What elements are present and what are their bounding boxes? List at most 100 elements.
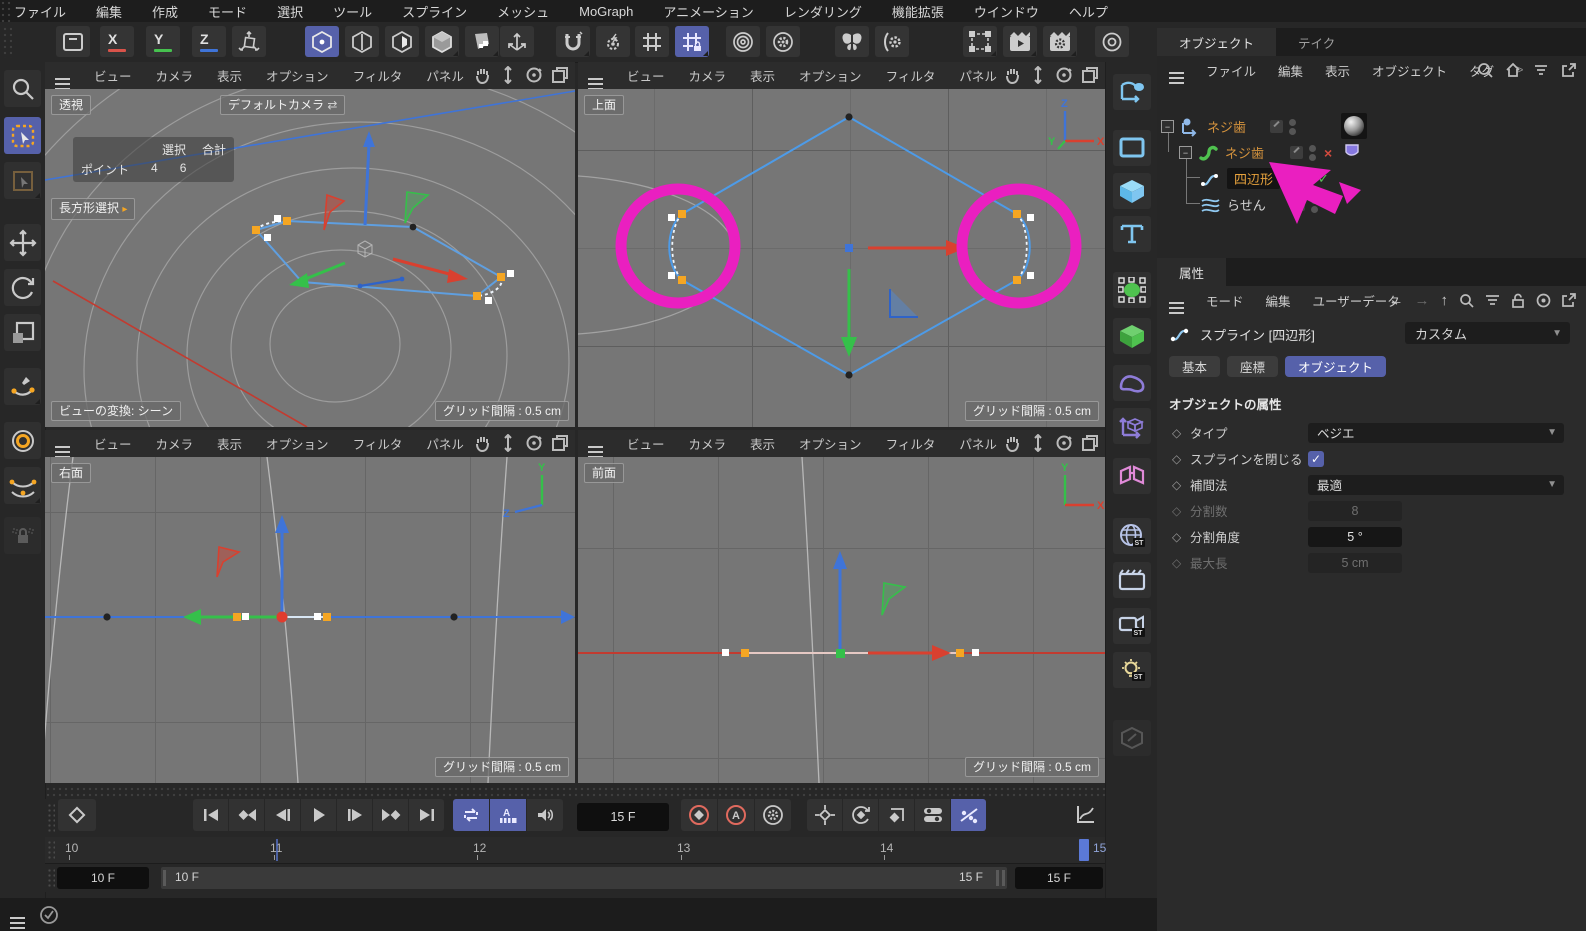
vp-menu-display[interactable]: 表示 — [217, 434, 242, 453]
snap-magnet-icon[interactable] — [556, 26, 590, 57]
vp-menu-options[interactable]: オプション — [266, 66, 329, 85]
play-button[interactable] — [301, 799, 336, 831]
lock-tool-icon[interactable] — [4, 517, 41, 554]
parent-up-icon[interactable]: ↑ — [1441, 292, 1449, 309]
vp-menu-filter[interactable]: フィルタ — [886, 66, 936, 85]
vp-menu-display[interactable]: 表示 — [750, 434, 775, 453]
live-select-tool-icon[interactable] — [4, 162, 41, 199]
enable-check-icon[interactable]: ✓ — [1318, 171, 1329, 187]
vp-menu-camera[interactable]: カメラ — [156, 434, 194, 453]
menu-render[interactable]: レンダリング — [784, 2, 862, 21]
preset-dropdown[interactable]: カスタム ▼ — [1405, 322, 1570, 344]
om-menu-view[interactable]: 表示 — [1325, 61, 1350, 80]
snap-settings-gear-icon[interactable] — [596, 26, 630, 57]
drag-handle[interactable] — [47, 868, 55, 888]
previous-frame-button[interactable] — [265, 799, 300, 831]
object-mode-icon[interactable] — [345, 26, 379, 57]
key-diamond-icon[interactable]: ◇ — [1172, 426, 1181, 440]
toolbar-grip[interactable] — [2, 26, 12, 58]
shaded-mode-icon[interactable] — [425, 26, 459, 57]
generator-icon[interactable] — [1113, 272, 1151, 308]
layer-toggle-icon[interactable] — [1292, 198, 1305, 211]
vp-menu-options[interactable]: オプション — [799, 434, 862, 453]
drag-handle[interactable] — [47, 803, 55, 833]
am-menu-edit[interactable]: 編集 — [1266, 291, 1291, 310]
filter-icon[interactable] — [1485, 294, 1500, 307]
menu-edit[interactable]: 編集 — [96, 2, 122, 21]
object-name[interactable]: らせん — [1227, 195, 1266, 214]
record-active-objects-button[interactable] — [681, 799, 717, 831]
object-name-selected[interactable]: 四辺形 — [1227, 168, 1280, 189]
viewport-menu-icon[interactable] — [55, 69, 70, 83]
rotate-tool-icon[interactable] — [4, 269, 41, 306]
key-pla-button[interactable] — [951, 799, 986, 831]
object-name[interactable]: ネジ歯 — [1225, 143, 1264, 162]
vp-menu-filter[interactable]: フィルタ — [353, 66, 403, 85]
om-hamburger-icon[interactable] — [1169, 63, 1184, 77]
visibility-dots-icon[interactable] — [1309, 145, 1316, 161]
vp-menu-view[interactable]: ビュー — [94, 434, 132, 453]
drag-handle[interactable] — [47, 840, 55, 860]
history-back-icon[interactable]: ← — [1389, 292, 1404, 309]
menu-tools[interactable]: ツール — [333, 2, 372, 21]
dolly-icon[interactable] — [499, 66, 517, 84]
tab-takes[interactable]: テイク — [1276, 28, 1357, 56]
search-icon[interactable] — [1459, 293, 1474, 308]
render-region-icon[interactable] — [963, 26, 997, 57]
menu-create[interactable]: 作成 — [152, 2, 178, 21]
menu-select[interactable]: 選択 — [277, 2, 303, 21]
view-label[interactable]: 前面 — [584, 463, 624, 483]
workplane-icon[interactable] — [726, 26, 760, 57]
spline-pen-icon[interactable] — [1113, 74, 1151, 110]
maximize-view-icon[interactable] — [1081, 434, 1099, 452]
pan-hand-icon[interactable] — [1003, 66, 1021, 84]
viewport-menu-icon[interactable] — [588, 437, 603, 451]
am-menu-mode[interactable]: モード — [1206, 291, 1244, 310]
attr-tab-coordinates[interactable]: 座標 — [1227, 356, 1278, 377]
pan-hand-icon[interactable] — [1003, 434, 1021, 452]
visibility-dots-icon[interactable] — [1289, 119, 1296, 135]
deformer-icon[interactable] — [1113, 365, 1151, 401]
enable-check-icon[interactable]: ✓ — [1326, 197, 1337, 213]
viewport-top-canvas[interactable]: Z X Y 上面 グリッド間隔 : 0.5 cm — [578, 89, 1105, 427]
dolly-icon[interactable] — [499, 434, 517, 452]
menu-mode[interactable]: モード — [208, 2, 247, 21]
view-label[interactable]: 右面 — [51, 463, 91, 483]
timeline-ruler[interactable]: 10 11 12 13 14 15 — [45, 837, 1105, 864]
lock-icon[interactable] — [1511, 293, 1525, 308]
open-timeline-button[interactable] — [1068, 799, 1102, 831]
goto-end-button[interactable] — [409, 799, 444, 831]
interpolation-dropdown[interactable]: 最適▼ — [1308, 475, 1564, 495]
polygon-mode-icon[interactable] — [465, 26, 499, 57]
history-forward-icon[interactable]: → — [1415, 292, 1430, 309]
menu-file[interactable]: ファイル — [14, 2, 66, 21]
key-diamond-icon[interactable]: ◇ — [1172, 478, 1181, 492]
vp-menu-panel[interactable]: パネル — [426, 66, 464, 85]
menu-mesh[interactable]: メッシュ — [497, 2, 549, 21]
orbit-icon[interactable] — [525, 66, 543, 84]
viewport-menu-icon[interactable] — [588, 69, 603, 83]
range-slider[interactable]: 10 F 15 F — [161, 867, 1007, 889]
active-tool-label[interactable]: 長方形選択 ▸ — [51, 198, 135, 220]
coordinate-system-icon[interactable] — [232, 26, 266, 57]
search-icon[interactable] — [1477, 62, 1493, 78]
symmetry-butterfly-icon[interactable] — [835, 26, 869, 57]
dolly-icon[interactable] — [1029, 434, 1047, 452]
model-mode-icon[interactable] — [305, 26, 339, 57]
autokeying-button[interactable]: A — [718, 799, 754, 831]
orbit-icon[interactable] — [1055, 434, 1073, 452]
layer-toggle-icon[interactable] — [1270, 120, 1283, 133]
om-menu-objects[interactable]: オブジェクト — [1372, 61, 1447, 80]
spline-pen-tool-icon[interactable] — [4, 368, 41, 405]
menu-help[interactable]: ヘルプ — [1069, 2, 1108, 21]
next-frame-button[interactable] — [337, 799, 372, 831]
vp-menu-options[interactable]: オプション — [266, 434, 329, 453]
loop-playback-button[interactable] — [453, 799, 489, 831]
maximize-view-icon[interactable] — [551, 66, 569, 84]
scale-tool-icon[interactable] — [4, 314, 41, 351]
vp-menu-view[interactable]: ビュー — [627, 434, 665, 453]
viewport-perspective-canvas[interactable]: 透視 デフォルトカメラ ⇄ 選択 合計 ポイント 4 6 長方形選択 ▸ ビュー… — [45, 89, 575, 427]
target-icon[interactable] — [1536, 293, 1551, 308]
volume-cube-icon[interactable] — [1113, 318, 1151, 354]
disable-x-icon[interactable]: × — [1324, 145, 1332, 161]
